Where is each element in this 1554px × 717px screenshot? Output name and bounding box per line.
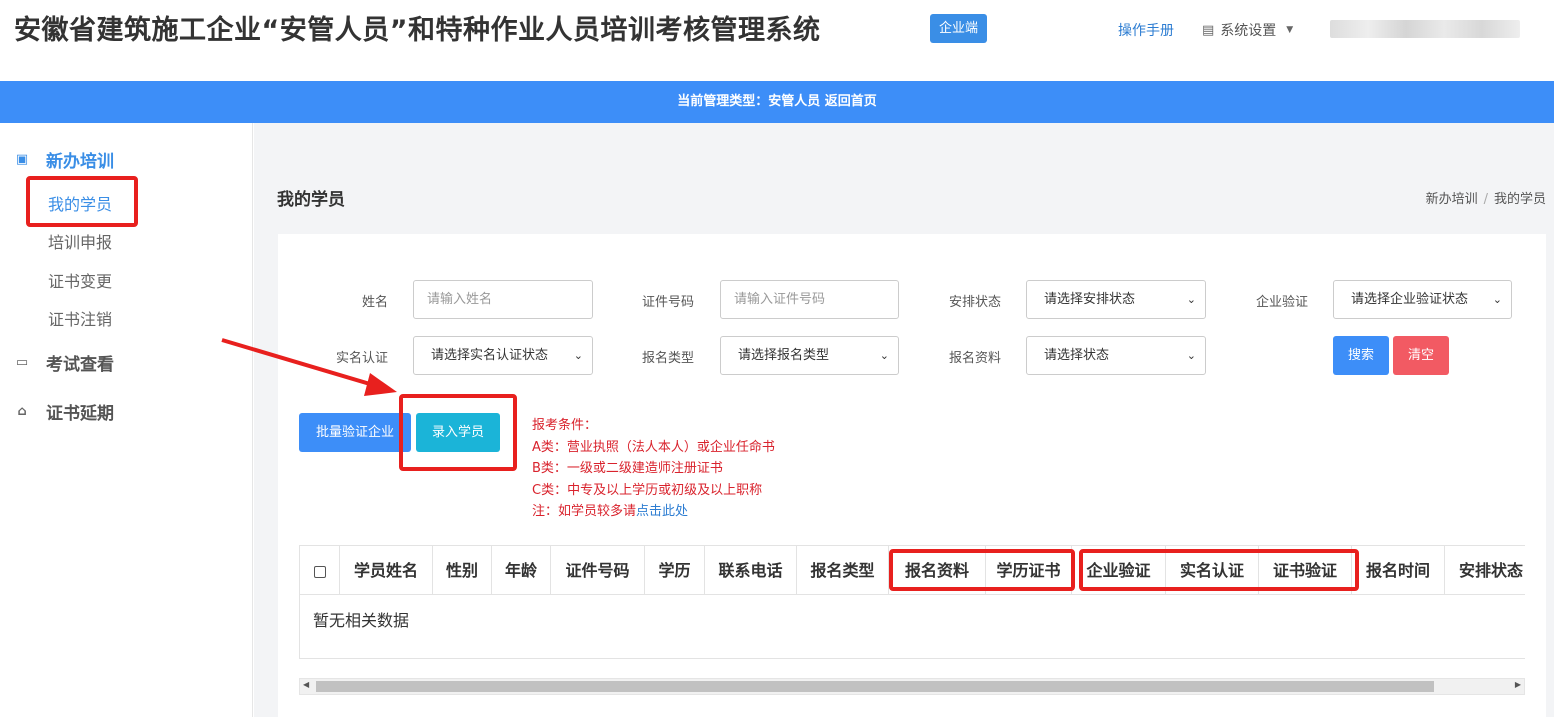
arrow-shaft (221, 338, 381, 389)
arrow-head (364, 373, 397, 396)
annotation-arrow (221, 338, 397, 396)
